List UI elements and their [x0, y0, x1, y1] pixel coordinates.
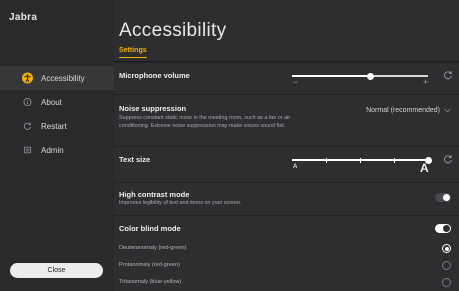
- reset-icon[interactable]: [443, 154, 453, 164]
- volume-plus-label: +: [423, 77, 429, 87]
- color-blind-toggle[interactable]: [435, 224, 451, 233]
- high-contrast-toggle[interactable]: [435, 193, 451, 202]
- text-size-section: Text size A A: [114, 146, 459, 182]
- tab-settings[interactable]: Settings: [119, 47, 147, 58]
- color-blind-title: Color blind mode: [119, 224, 181, 233]
- slider-handle[interactable]: [367, 72, 375, 80]
- restart-icon: [22, 121, 33, 132]
- sidebar-item-label: Restart: [41, 121, 67, 131]
- microphone-volume-section: Microphone volume − +: [114, 62, 459, 94]
- info-icon: [22, 97, 33, 108]
- sidebar: Jabra Accessibility About Restart Admin …: [0, 0, 114, 291]
- noise-suppression-value: Normal (recommended): [366, 107, 440, 114]
- main-panel: Accessibility Settings Microphone volume…: [114, 0, 459, 291]
- microphone-volume-slider[interactable]: [292, 72, 428, 80]
- microphone-volume-title: Microphone volume: [119, 71, 190, 80]
- radio-button[interactable]: [442, 244, 451, 253]
- text-size-step-tick: [360, 157, 361, 163]
- noise-suppression-title: Noise suppression: [119, 104, 187, 113]
- text-size-title: Text size: [119, 155, 151, 164]
- high-contrast-section: High contrast mode Improves legibility o…: [114, 182, 459, 215]
- high-contrast-title: High contrast mode: [119, 190, 190, 199]
- sidebar-item-admin[interactable]: Admin: [0, 138, 114, 162]
- radio-button[interactable]: [442, 278, 451, 287]
- brand-logo: Jabra: [9, 12, 38, 23]
- text-size-small-label: A: [293, 164, 298, 170]
- sidebar-item-accessibility[interactable]: Accessibility: [0, 66, 114, 90]
- sidebar-item-about[interactable]: About: [0, 90, 114, 114]
- option-label: Tritanomaly (blue-yellow): [119, 279, 182, 285]
- text-size-slider[interactable]: [292, 156, 432, 164]
- text-size-large-label: A: [420, 161, 429, 175]
- high-contrast-description: Improves legibility of text and items on…: [119, 200, 242, 206]
- reset-icon[interactable]: [443, 70, 453, 80]
- color-blind-option[interactable]: Protanomaly (red-green): [114, 258, 459, 274]
- toggle-knob: [443, 194, 450, 201]
- sidebar-item-restart[interactable]: Restart: [0, 114, 114, 138]
- sidebar-item-label: About: [41, 97, 62, 107]
- accessibility-icon: [22, 72, 33, 84]
- color-blind-option[interactable]: Tritanomaly (blue-yellow): [114, 275, 459, 291]
- noise-suppression-description: Suppress constant static noise in the me…: [119, 115, 291, 129]
- color-blind-section: Color blind mode Deuteranomaly (red-gree…: [114, 215, 459, 291]
- chevron-down-icon: [444, 108, 451, 113]
- close-button[interactable]: Close: [10, 263, 103, 278]
- noise-suppression-select[interactable]: Normal (recommended): [366, 107, 451, 114]
- slider-fill: [292, 75, 371, 77]
- page-title: Accessibility: [119, 20, 227, 41]
- radio-button[interactable]: [442, 261, 451, 270]
- volume-minus-label: −: [293, 77, 299, 87]
- sidebar-item-label: Accessibility: [41, 73, 85, 83]
- color-blind-option[interactable]: Deuteranomaly (red-green): [114, 241, 459, 257]
- toggle-knob: [443, 225, 450, 232]
- sidebar-nav: Accessibility About Restart Admin: [0, 66, 114, 162]
- option-label: Deuteranomaly (red-green): [119, 245, 187, 251]
- text-size-step-tick: [326, 157, 327, 163]
- admin-icon: [22, 145, 33, 156]
- sidebar-item-label: Admin: [41, 145, 64, 155]
- option-label: Protanomaly (red-green): [119, 262, 180, 268]
- text-size-step-tick: [394, 157, 395, 163]
- noise-suppression-section: Noise suppression Suppress constant stat…: [114, 94, 459, 146]
